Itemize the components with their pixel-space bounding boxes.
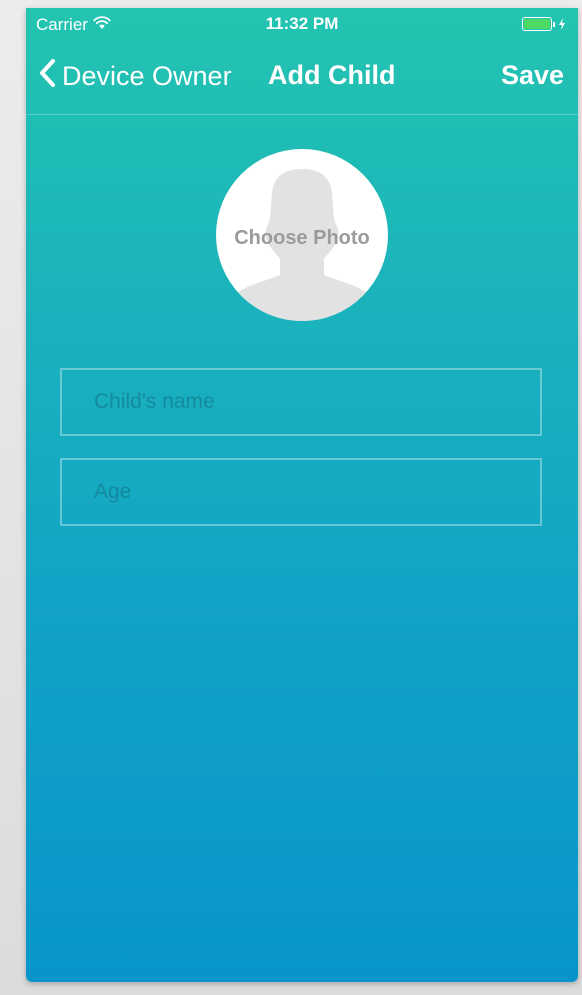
back-button[interactable]: Device Owner: [38, 58, 232, 95]
choose-photo-label: Choose Photo: [234, 227, 370, 249]
child-name-field: [60, 368, 542, 436]
save-button[interactable]: Save: [501, 60, 564, 91]
battery-charging-icon: [522, 17, 566, 31]
chevron-left-icon: [38, 58, 56, 95]
back-button-label: Device Owner: [62, 61, 232, 91]
navigation-bar: Device Owner Add Child Save: [26, 42, 578, 115]
status-time: 11:32 PM: [265, 14, 339, 33]
age-field: [60, 458, 542, 526]
status-bar: Carrier 11:32 PM: [26, 8, 578, 42]
choose-photo-button[interactable]: Choose Photo: [216, 149, 388, 321]
age-input[interactable]: [62, 460, 540, 524]
page-title: Add Child: [268, 60, 396, 90]
child-name-input[interactable]: [62, 370, 540, 434]
app-screen: Carrier 11:32 PM Device Owner Add Child …: [26, 8, 578, 982]
